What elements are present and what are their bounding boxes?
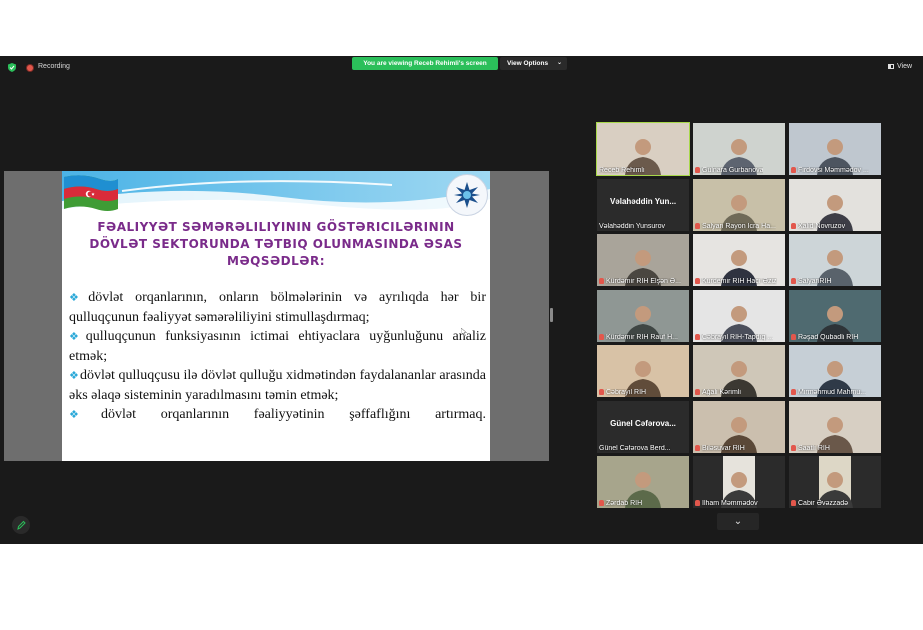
slide-bullet: ❖dövlət orqanlarının fəaliyyətinin şəffa… [69, 407, 486, 422]
participant-tile[interactable]: Cəbrayıl RİH-Tapdıq ... [693, 290, 785, 342]
muted-mic-icon [791, 334, 796, 340]
participant-name-label: Günel Cəfərova Berd... [599, 445, 671, 452]
diamond-bullet-icon: ❖ [69, 370, 79, 382]
split-view-drag-handle[interactable] [550, 308, 553, 322]
participant-tile[interactable]: Biləsuvar RİH [693, 401, 785, 453]
agency-emblem-icon [446, 174, 488, 216]
participant-tile[interactable]: Mirməhmud Mahmu... [789, 345, 881, 397]
participant-tile[interactable]: Kürdəmir RİH Rauf H... [597, 290, 689, 342]
participant-tile[interactable]: Salyan Rayon İcra Ha... [693, 179, 785, 231]
slide-title: FƏALIYYƏT SƏMƏRƏLILIYININ GÖSTƏRICILƏRIN… [80, 219, 472, 270]
participant-tile[interactable]: İlham Məmmədov [693, 456, 785, 508]
participant-name-label: Kürdəmir RİH Elşən Ə... [599, 278, 681, 285]
participant-name-label: Biləsuvar RİH [695, 445, 745, 452]
muted-mic-icon [791, 167, 796, 173]
shared-screen[interactable]: FƏALIYYƏT SƏMƏRƏLILIYININ GÖSTƏRICILƏRIN… [4, 171, 549, 461]
participant-tile[interactable]: Receb Rehimli [596, 122, 690, 176]
participant-tile[interactable]: SalyanRİH [789, 234, 881, 286]
participant-tile[interactable]: Vəlahəddin Yun... Vəlahəddin Yunsurov [597, 179, 689, 231]
muted-mic-icon [599, 334, 604, 340]
mouse-cursor-icon [461, 328, 467, 336]
participant-name-label: Cəbrayıl RİH-Tapdıq ... [695, 334, 773, 341]
participant-tile[interactable]: Firdovsi Məmmədov ... [789, 123, 881, 175]
participant-name-label: Receb Rehimli [599, 167, 645, 174]
participant-name-label: Zərdab RİH [599, 500, 642, 507]
participant-name-label: Saatlı RİH [791, 445, 830, 452]
muted-mic-icon [791, 445, 796, 451]
meeting-topbar: Recording You are viewing Receb Rehimli'… [0, 56, 923, 78]
participant-name-label: Ağali Kərimli [695, 389, 741, 396]
participant-name-label: Kurdemir RİH Hacı Əziz [695, 278, 777, 285]
shield-icon[interactable] [8, 63, 16, 72]
participant-name-label: Rəşad Qubadli RİH [791, 334, 858, 341]
participant-tile[interactable]: Xalid Novruzov [789, 179, 881, 231]
participant-name-label: SalyanRİH [791, 278, 831, 285]
muted-mic-icon [695, 445, 700, 451]
participant-name-label: Cəbrayıl RİH [599, 389, 646, 396]
participant-tile[interactable]: Günel Cəfərova... Günel Cəfərova Berd... [597, 401, 689, 453]
participant-tile[interactable]: Kurdemir RİH Hacı Əziz [693, 234, 785, 286]
participant-tile[interactable]: Saatlı RİH [789, 401, 881, 453]
slide-title-line: DÖVLƏT SEKTORUNDA TƏTBIQ OLUNMASINDA ƏSA… [89, 237, 463, 251]
slide-bullet: ❖dövlət orqanlarının, onların bölmələrin… [69, 290, 486, 325]
muted-mic-icon [791, 389, 796, 395]
muted-mic-icon [599, 389, 604, 395]
muted-mic-icon [791, 278, 796, 284]
screen-share-banner: You are viewing Receb Rehimli's screen [352, 57, 498, 70]
grid-view-icon [888, 64, 894, 69]
diamond-bullet-icon: ❖ [69, 409, 101, 421]
slide-title-line: MƏQSƏDLƏR: [227, 254, 325, 268]
muted-mic-icon [599, 500, 604, 506]
participant-tile[interactable]: Ağali Kərimli [693, 345, 785, 397]
muted-mic-icon [791, 223, 796, 229]
slide-bullet-list: ❖dövlət orqanlarının, onların bölmələrin… [69, 288, 486, 425]
view-options-label: View Options [507, 60, 549, 67]
recording-dot-icon [27, 65, 33, 71]
view-options-button[interactable]: View Options ⌄ [500, 57, 567, 70]
participant-tile[interactable]: Cabir Əvəzzadə [789, 456, 881, 508]
participant-tile[interactable]: Zərdab RİH [597, 456, 689, 508]
view-label: View [897, 63, 913, 70]
view-button[interactable]: View [888, 63, 912, 70]
muted-mic-icon [695, 500, 700, 506]
participant-name-card: Vəlahəddin Yun... [609, 197, 677, 206]
azerbaijan-flag-icon [64, 175, 118, 211]
participant-name-label: Salyan Rayon İcra Ha... [695, 223, 776, 230]
muted-mic-icon [791, 500, 796, 506]
participant-name-label: Gulnara Gurbanova [695, 167, 763, 174]
participant-tile[interactable]: Rəşad Qubadli RİH [789, 290, 881, 342]
participant-name-label: Vəlahəddin Yunsurov [599, 223, 666, 230]
slide-bullet: ❖qulluqçunun funksiyasının ictimai ehtiy… [69, 329, 486, 364]
participant-name-label: Mirməhmud Mahmu... [791, 389, 866, 396]
participant-tile[interactable]: Gulnara Gurbanova [693, 123, 785, 175]
participant-name-label: Kürdəmir RİH Rauf H... [599, 334, 678, 341]
muted-mic-icon [695, 334, 700, 340]
chevron-down-icon: ⌄ [556, 60, 562, 66]
participant-name-label: Firdovsi Məmmədov ... [791, 167, 869, 174]
participant-tile[interactable]: Kürdəmir RİH Elşən Ə... [597, 234, 689, 286]
participant-name-card: Günel Cəfərova... [610, 419, 676, 428]
annotate-button[interactable] [12, 516, 30, 534]
presentation-slide: FƏALIYYƏT SƏMƏRƏLILIYININ GÖSTƏRICILƏRIN… [62, 171, 490, 461]
meeting-window: Recording You are viewing Receb Rehimli'… [0, 56, 923, 544]
slide-title-line: FƏALIYYƏT SƏMƏRƏLILIYININ GÖSTƏRICILƏRIN… [97, 220, 455, 234]
muted-mic-icon [599, 278, 604, 284]
muted-mic-icon [695, 223, 700, 229]
participant-tile[interactable]: Cəbrayıl RİH [597, 345, 689, 397]
participant-name-label: Cabir Əvəzzadə [791, 500, 848, 507]
slide-bullet: ❖dövlət qulluqçusu ilə dövlət qulluğu xi… [69, 368, 486, 403]
muted-mic-icon [695, 389, 700, 395]
participant-name-label: Xalid Novruzov [791, 223, 845, 230]
slide-header-wave [62, 171, 490, 217]
chevron-down-icon: ⌄ [733, 516, 743, 527]
diamond-bullet-icon: ❖ [69, 331, 85, 343]
gallery-next-page-button[interactable]: ⌄ [717, 513, 759, 530]
pencil-icon [17, 520, 26, 530]
muted-mic-icon [695, 278, 700, 284]
muted-mic-icon [695, 167, 700, 173]
diamond-bullet-icon: ❖ [69, 292, 88, 304]
participant-name-label: İlham Məmmədov [695, 500, 758, 507]
recording-label[interactable]: Recording [38, 63, 70, 70]
